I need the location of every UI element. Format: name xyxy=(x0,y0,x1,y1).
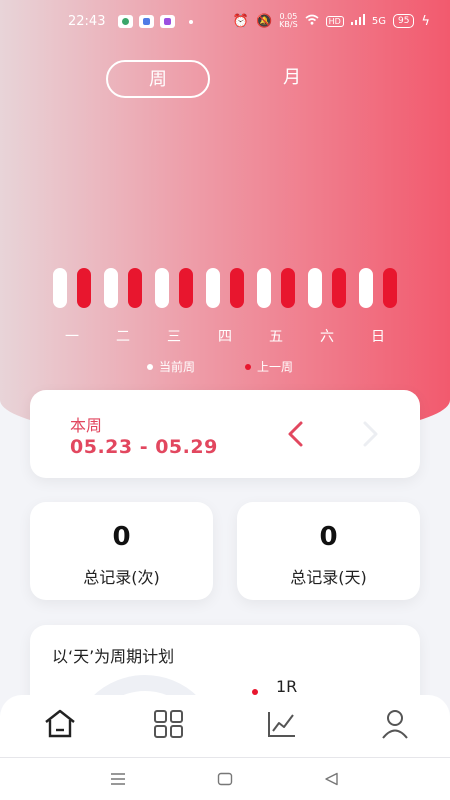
notification-icons xyxy=(118,15,193,28)
bar-current-1 xyxy=(104,268,118,308)
chart-legend: 当前周 上一周 xyxy=(0,358,450,374)
wifi-icon xyxy=(305,14,319,29)
chevron-right-icon xyxy=(363,421,378,447)
chevron-left-icon xyxy=(288,421,303,447)
stat-days-label: 总记录(天) xyxy=(290,568,367,587)
legend-current-label: 当前周 xyxy=(159,360,196,374)
net-speed: 0.05 KB/S xyxy=(279,13,298,29)
home-icon xyxy=(45,709,75,738)
tab-month[interactable]: 月 xyxy=(262,60,322,98)
hd-badge: HD xyxy=(325,15,344,27)
day-label-0: 一 xyxy=(65,329,79,345)
previous-week-button[interactable] xyxy=(282,418,310,450)
legend-prev-label: 上一周 xyxy=(257,360,294,374)
day-label-3: 四 xyxy=(218,329,232,345)
tab-profile[interactable] xyxy=(364,695,424,755)
stat-count-label: 总记录(次) xyxy=(83,568,160,587)
net-speed-unit: KB/S xyxy=(279,20,298,29)
bar-current-5 xyxy=(308,268,322,308)
bar-current-2 xyxy=(155,268,169,308)
bar-current-4 xyxy=(257,268,271,308)
tab-statistics[interactable] xyxy=(251,695,311,755)
profile-icon xyxy=(382,710,408,739)
grid-icon xyxy=(154,710,183,738)
tab-categories[interactable] xyxy=(138,695,198,755)
stat-days-value: 0 xyxy=(319,522,338,552)
week-selector-card: 本周 05.23 - 05.29 xyxy=(30,390,420,478)
stat-card-days: 0 总记录(天) xyxy=(237,502,420,600)
bar-previous-5 xyxy=(332,268,346,308)
bar-current-0 xyxy=(53,268,67,308)
bar-current-6 xyxy=(359,268,373,308)
system-back-button[interactable] xyxy=(317,766,347,792)
triangle-back-icon xyxy=(325,772,338,786)
system-nav-bar xyxy=(0,757,450,800)
square-icon xyxy=(217,772,233,786)
app-notification-icon xyxy=(160,15,175,28)
plan-title: 以‘天’为周期计划 xyxy=(52,647,175,666)
battery-indicator: 95 xyxy=(392,14,415,28)
plan-legend-text: 1R xyxy=(276,677,298,696)
next-week-button[interactable] xyxy=(356,418,384,450)
alarm-icon: ⏰ xyxy=(232,13,249,29)
stat-count-value: 0 xyxy=(112,522,131,552)
chart-icon xyxy=(268,712,295,737)
legend-current-week: 当前周 xyxy=(147,358,195,375)
wechat-icon xyxy=(118,15,133,28)
bar-previous-4 xyxy=(281,268,295,308)
signal-icon xyxy=(350,14,365,28)
more-notifications-dot xyxy=(189,19,193,24)
legend-prev-dot xyxy=(245,363,251,370)
day-axis: 一二三四五六日 xyxy=(0,326,450,345)
week-bar-chart xyxy=(0,268,450,310)
charging-icon: ϟ xyxy=(421,13,430,29)
tab-week[interactable]: 周 xyxy=(106,60,210,98)
day-label-1: 二 xyxy=(116,329,130,345)
legend-current-dot xyxy=(147,363,153,370)
tab-home[interactable] xyxy=(28,695,88,755)
system-menu-button[interactable] xyxy=(103,766,133,792)
bottom-tab-bar xyxy=(0,695,450,757)
bar-current-3 xyxy=(206,268,220,308)
stat-card-count: 0 总记录(次) xyxy=(30,502,213,600)
week-label: 本周 xyxy=(70,416,103,435)
day-label-2: 三 xyxy=(167,329,181,345)
period-tabs: 周 月 xyxy=(0,60,450,98)
bar-previous-1 xyxy=(128,268,142,308)
status-bar: 22:43 ⏰ 🔕 0.05 KB/S HD 5G 95 ϟ xyxy=(0,12,450,34)
bar-previous-0 xyxy=(77,268,91,308)
menu-icon xyxy=(111,773,125,785)
week-range: 05.23 - 05.29 xyxy=(70,436,218,458)
shield-app-icon xyxy=(139,15,154,28)
bar-previous-2 xyxy=(179,268,193,308)
mute-icon: 🔕 xyxy=(255,13,273,29)
status-time: 22:43 xyxy=(68,14,106,29)
bar-previous-3 xyxy=(230,268,244,308)
bar-previous-6 xyxy=(383,268,397,308)
status-right: ⏰ 🔕 0.05 KB/S HD 5G 95 ϟ xyxy=(233,13,430,29)
day-label-4: 五 xyxy=(269,329,283,345)
signal-5g-label: 5G xyxy=(371,15,386,27)
day-label-6: 日 xyxy=(371,329,385,345)
day-label-5: 六 xyxy=(320,329,334,345)
system-home-button[interactable] xyxy=(210,766,240,792)
legend-prev-week: 上一周 xyxy=(245,358,293,375)
